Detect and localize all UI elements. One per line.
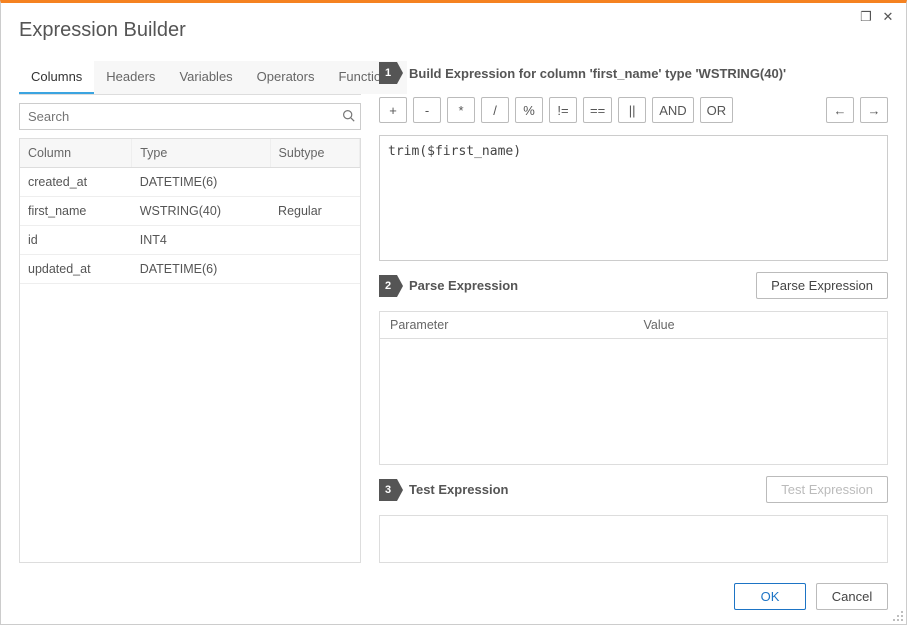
cell-type: DATETIME(6) xyxy=(132,168,270,197)
cell-sub xyxy=(270,255,359,284)
op-or[interactable]: OR xyxy=(700,97,734,123)
table-row[interactable]: id INT4 xyxy=(20,226,360,255)
op-and[interactable]: AND xyxy=(652,97,693,123)
test-title: Test Expression xyxy=(409,482,508,497)
op-concat[interactable]: || xyxy=(618,97,646,123)
cell-col: id xyxy=(20,226,132,255)
param-table: Parameter Value xyxy=(380,312,887,339)
build-title: Build Expression for column 'first_name'… xyxy=(409,66,786,81)
step-badge-2: 2 xyxy=(379,275,397,297)
cell-sub xyxy=(270,168,359,197)
cell-type: WSTRING(40) xyxy=(132,197,270,226)
undo-button[interactable]: ← xyxy=(826,97,854,123)
expression-builder-dialog: ❐ ✕ Expression Builder Columns Headers V… xyxy=(0,0,907,625)
parse-title: Parse Expression xyxy=(409,278,518,293)
tab-variables[interactable]: Variables xyxy=(167,61,244,94)
left-pane: Columns Headers Variables Operators Func… xyxy=(19,61,361,563)
table-row[interactable]: created_at DATETIME(6) xyxy=(20,168,360,197)
op-plus[interactable]: + xyxy=(379,97,407,123)
col-header-type[interactable]: Type xyxy=(132,139,270,168)
cell-col: first_name xyxy=(20,197,132,226)
col-header-subtype[interactable]: Subtype xyxy=(270,139,359,168)
tabs: Columns Headers Variables Operators Func… xyxy=(19,61,361,95)
param-header-parameter: Parameter xyxy=(380,312,634,339)
table-row[interactable]: updated_at DATETIME(6) xyxy=(20,255,360,284)
dialog-title: Expression Builder xyxy=(19,19,186,42)
footer: OK Cancel xyxy=(1,573,906,624)
search-input[interactable] xyxy=(19,103,361,130)
build-header: 1 Build Expression for column 'first_nam… xyxy=(379,61,888,85)
operator-row: + - * / % != == || AND OR ← → xyxy=(379,97,888,123)
table-row[interactable]: first_name WSTRING(40) Regular xyxy=(20,197,360,226)
redo-button[interactable]: → xyxy=(860,97,888,123)
titlebar: Expression Builder xyxy=(1,3,906,51)
test-button[interactable]: Test Expression xyxy=(766,476,888,503)
tab-operators[interactable]: Operators xyxy=(245,61,327,94)
col-header-column[interactable]: Column xyxy=(20,139,132,168)
op-neq[interactable]: != xyxy=(549,97,577,123)
parse-button[interactable]: Parse Expression xyxy=(756,272,888,299)
step-badge-3: 3 xyxy=(379,479,397,501)
cell-type: INT4 xyxy=(132,226,270,255)
tab-columns[interactable]: Columns xyxy=(19,61,94,94)
cancel-button[interactable]: Cancel xyxy=(816,583,888,610)
op-minus[interactable]: - xyxy=(413,97,441,123)
op-mul[interactable]: * xyxy=(447,97,475,123)
cell-sub: Regular xyxy=(270,197,359,226)
ok-button[interactable]: OK xyxy=(734,583,806,610)
columns-table-wrap: Column Type Subtype created_at DATETIME(… xyxy=(19,138,361,563)
tab-headers[interactable]: Headers xyxy=(94,61,167,94)
columns-table: Column Type Subtype created_at DATETIME(… xyxy=(20,139,360,284)
op-div[interactable]: / xyxy=(481,97,509,123)
cell-col: updated_at xyxy=(20,255,132,284)
cell-sub xyxy=(270,226,359,255)
maximize-icon[interactable]: ❐ xyxy=(858,9,874,25)
param-header-value: Value xyxy=(634,312,888,339)
right-pane: 1 Build Expression for column 'first_nam… xyxy=(379,61,888,563)
param-table-wrap: Parameter Value xyxy=(379,311,888,465)
expression-input[interactable] xyxy=(379,135,888,261)
parse-header: 2 Parse Expression Parse Expression xyxy=(379,273,888,299)
test-header: 3 Test Expression Test Expression xyxy=(379,477,888,503)
close-icon[interactable]: ✕ xyxy=(880,9,896,25)
op-mod[interactable]: % xyxy=(515,97,543,123)
test-output xyxy=(379,515,888,563)
cell-type: DATETIME(6) xyxy=(132,255,270,284)
op-eq[interactable]: == xyxy=(583,97,612,123)
step-badge-1: 1 xyxy=(379,62,397,84)
cell-col: created_at xyxy=(20,168,132,197)
